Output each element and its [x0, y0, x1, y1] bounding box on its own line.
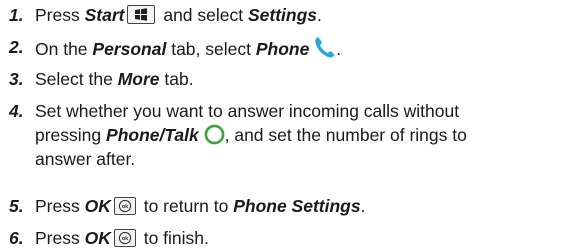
text-segment: Press	[35, 228, 85, 248]
ok-label: OK	[84, 196, 111, 216]
personal-label: Personal	[92, 39, 167, 59]
text-segment: tab.	[159, 69, 194, 89]
ok-key-icon: ok	[113, 229, 136, 247]
text-segment: Press	[35, 196, 85, 216]
step-text: On the Personal tab, select Phone .	[35, 35, 567, 65]
windows-start-key-icon	[127, 5, 156, 24]
step-text-line-3: answer after.	[35, 149, 136, 169]
text-segment: .	[360, 196, 366, 216]
phone-talk-label: Phone/Talk	[106, 125, 199, 145]
step-text: Press OK ok to finish.	[35, 226, 567, 250]
settings-label: Settings	[247, 5, 318, 25]
text-segment: and select	[158, 5, 248, 25]
step-number: 5.	[9, 196, 24, 216]
text-segment: , and set the number of rings to	[224, 125, 467, 145]
text-segment: Press	[35, 5, 85, 25]
text-segment: tab, select	[166, 39, 256, 59]
phone-label: Phone	[255, 39, 310, 59]
svg-text:ok: ok	[122, 204, 129, 210]
text-segment: to return to	[138, 196, 234, 216]
step-number: 3.	[9, 69, 24, 89]
text-segment: to finish.	[138, 228, 209, 248]
step-text: Press OK ok to return to Phone Settings.	[35, 194, 567, 218]
text-segment: pressing	[35, 125, 107, 145]
phone-settings-label: Phone Settings	[233, 196, 361, 216]
more-label: More	[117, 69, 160, 89]
step-text: Press Start and select Settings.	[35, 3, 567, 27]
ok-label: OK	[84, 228, 111, 248]
step-number: 4.	[9, 101, 24, 121]
step-text: Select the More tab.	[35, 67, 567, 91]
step-text-line-1: Set whether you want to answer incoming …	[35, 101, 460, 121]
start-label: Start	[84, 5, 125, 25]
text-segment: .	[336, 39, 342, 59]
step-number: 6.	[9, 228, 24, 248]
text-segment: .	[317, 5, 322, 25]
step-number: 1.	[9, 5, 24, 25]
text-segment: Select the	[35, 69, 118, 89]
phone-handset-icon	[314, 35, 336, 65]
ok-key-icon: ok	[113, 197, 136, 215]
step-number: 2.	[9, 37, 24, 57]
text-segment: On the	[35, 39, 93, 59]
svg-text:ok: ok	[122, 236, 129, 242]
